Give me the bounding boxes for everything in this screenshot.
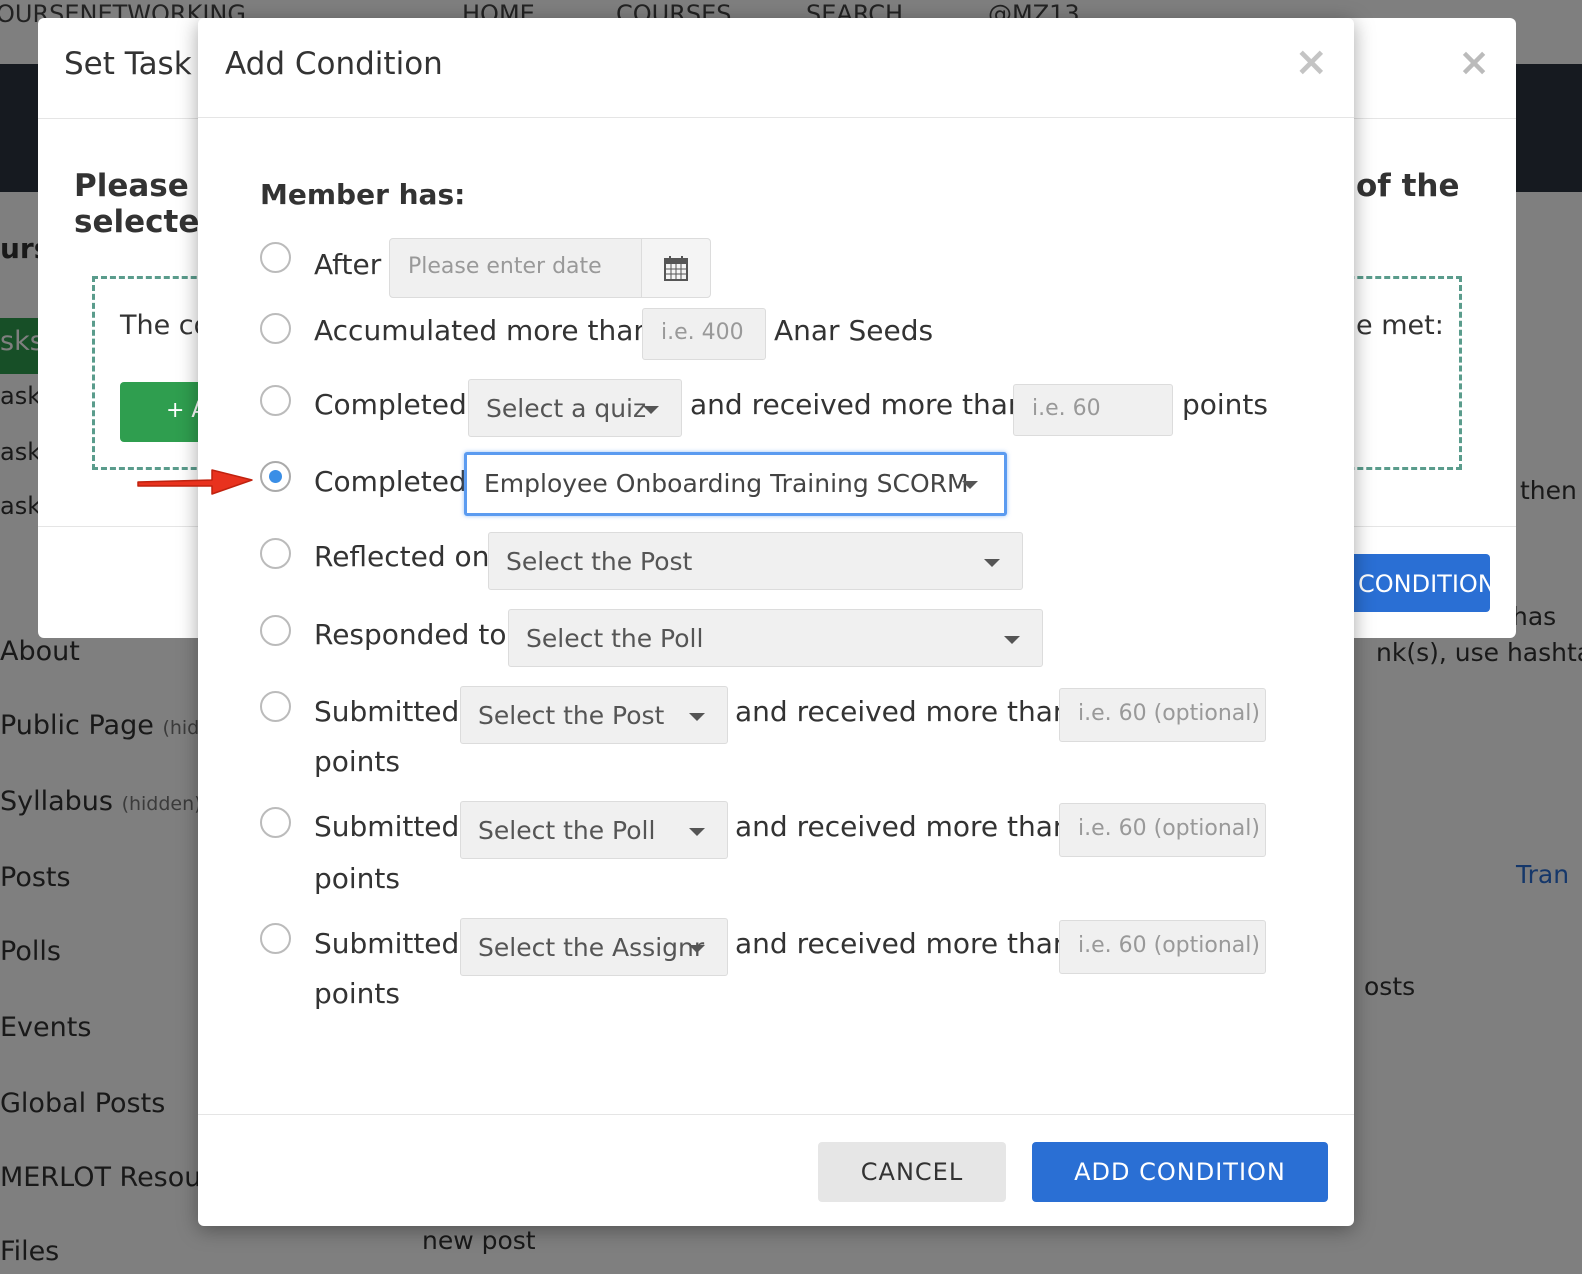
modal-footer-divider [198,1114,1354,1115]
quiz-select-value: Select a quiz [486,394,647,423]
label-completed-quiz: Completed [314,388,467,421]
radio-submitted-post[interactable] [260,691,291,722]
label-quiz-received: and received more than [690,388,1026,421]
label-submitted-assignment-received: and received more than [735,927,1071,960]
date-input[interactable]: Please enter date [389,238,643,298]
label-submitted-poll-points: points [314,862,400,895]
close-icon[interactable]: × [1294,40,1328,84]
chevron-down-icon [984,559,1000,567]
scorm-select[interactable]: Employee Onboarding Training SCORM [464,452,1007,516]
back-modal-prompt-right: of the [1356,168,1460,204]
chevron-down-icon [643,406,659,414]
submitted-post-points-input[interactable]: i.e. 60 (optional) [1059,688,1266,742]
radio-after[interactable] [260,242,291,273]
label-quiz-points: points [1182,388,1268,421]
radio-completed-quiz[interactable] [260,385,291,416]
label-responded: Responded to [314,618,507,651]
scorm-select-value: Employee Onboarding Training SCORM [484,469,969,498]
label-submitted-poll-received: and received more than [735,810,1071,843]
calendar-icon [664,256,688,281]
radio-completed-scorm[interactable] [260,461,291,492]
label-after: After [314,248,382,281]
member-has-heading: Member has: [260,178,466,211]
modal-header: Add Condition × [198,18,1354,118]
submitted-assignment-select-value: Select the Assignr [478,933,705,962]
responded-poll-select[interactable]: Select the Poll [508,609,1043,667]
submitted-assignment-select[interactable]: Select the Assignr [460,918,728,976]
chevron-down-icon [689,828,705,836]
label-accumulated: Accumulated more than [314,314,652,347]
label-reflected: Reflected on [314,540,490,573]
seeds-input[interactable]: i.e. 400 [642,308,766,360]
chevron-down-icon [962,481,978,489]
label-submitted-poll: Submitted [314,810,460,843]
label-submitted-post: Submitted [314,695,460,728]
label-submitted-post-points: points [314,745,400,778]
responded-poll-select-value: Select the Poll [526,624,704,653]
calendar-button[interactable] [641,238,711,298]
radio-reflected[interactable] [260,538,291,569]
cancel-button[interactable]: CANCEL [818,1142,1006,1202]
radio-responded[interactable] [260,615,291,646]
label-submitted-post-received: and received more than [735,695,1071,728]
radio-submitted-poll[interactable] [260,807,291,838]
quiz-select[interactable]: Select a quiz [468,379,682,437]
label-submitted-assignment-points: points [314,977,400,1010]
label-completed-scorm: Completed [314,465,467,498]
submitted-post-select[interactable]: Select the Post [460,686,728,744]
chevron-down-icon [689,945,705,953]
submitted-assignment-points-input[interactable]: i.e. 60 (optional) [1059,920,1266,974]
submitted-poll-select[interactable]: Select the Poll [460,801,728,859]
modal-title: Add Condition [225,46,443,82]
radio-submitted-assignment[interactable] [260,923,291,954]
reflected-post-select-value: Select the Post [506,547,693,576]
submitted-post-select-value: Select the Post [478,701,665,730]
add-condition-button[interactable]: ADD CONDITION [1032,1142,1328,1202]
quiz-points-input[interactable]: i.e. 60 [1013,384,1173,436]
red-arrow-annotation [137,469,253,495]
radio-accumulated[interactable] [260,313,291,344]
submitted-poll-select-value: Select the Poll [478,816,656,845]
label-submitted-assignment: Submitted [314,927,460,960]
conditions-hint-right: e met: [1356,310,1444,341]
chevron-down-icon [689,713,705,721]
submitted-poll-points-input[interactable]: i.e. 60 (optional) [1059,803,1266,857]
add-condition-modal: Add Condition × Member has: After Please… [198,18,1354,1226]
conditions-hint: The co [120,310,211,341]
back-modal-close-icon[interactable]: × [1458,40,1490,84]
reflected-post-select[interactable]: Select the Post [488,532,1023,590]
chevron-down-icon [1004,636,1020,644]
label-anar-seeds: Anar Seeds [774,314,934,347]
